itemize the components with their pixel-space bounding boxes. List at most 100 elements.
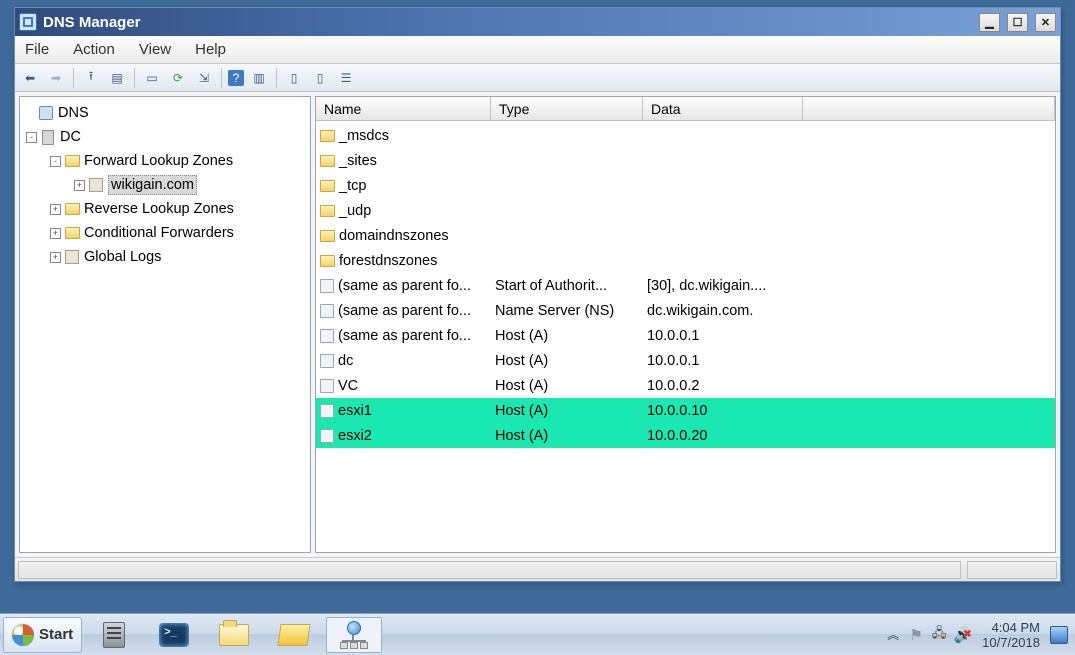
record-row[interactable]: _msdcs: [316, 123, 1055, 148]
tree-expander[interactable]: -: [26, 132, 37, 143]
nav-back-icon[interactable]: ⬅: [19, 67, 41, 89]
record-name: _msdcs: [339, 128, 389, 144]
properties-icon[interactable]: ▥: [248, 67, 270, 89]
record-name-cell: _udp: [316, 203, 491, 219]
volume-muted-icon[interactable]: 🔊: [954, 626, 972, 644]
menu-action[interactable]: Action: [69, 39, 119, 60]
folder-icon: [320, 130, 335, 142]
show-tree-icon[interactable]: ▤: [106, 67, 128, 89]
record-row[interactable]: esxi1Host (A)10.0.0.10: [316, 398, 1055, 423]
record-name: esxi2: [338, 428, 372, 444]
dns-icon: [38, 105, 54, 121]
tree-expander[interactable]: +: [74, 180, 85, 191]
record-row[interactable]: _sites: [316, 148, 1055, 173]
record-name: _sites: [339, 153, 377, 169]
scope-tree[interactable]: DNS - DC - Forward Lookup Zones + wikiga…: [19, 96, 311, 553]
record-row[interactable]: (same as parent fo...Host (A)10.0.0.1: [316, 323, 1055, 348]
tree-expander[interactable]: +: [50, 204, 61, 215]
folder-icon: [320, 180, 335, 192]
tree-expander[interactable]: +: [50, 228, 61, 239]
record-row[interactable]: esxi2Host (A)10.0.0.20: [316, 423, 1055, 448]
export-list-icon[interactable]: ⇲: [193, 67, 215, 89]
task-server-manager[interactable]: [86, 617, 142, 653]
tree-conditional-forwarders[interactable]: + Conditional Forwarders: [22, 221, 308, 245]
tree-expander[interactable]: -: [50, 156, 61, 167]
tree-label-selected: wikigain.com: [108, 175, 197, 195]
tree-root-dns[interactable]: DNS: [22, 101, 308, 125]
nav-forward-icon[interactable]: ➡: [45, 67, 67, 89]
folder-icon: [320, 155, 335, 167]
record-name: domaindnszones: [339, 228, 449, 244]
record-name-cell: (same as parent fo...: [316, 278, 491, 294]
tray-show-hidden-icon[interactable]: ︽: [884, 626, 902, 644]
record-row[interactable]: _udp: [316, 198, 1055, 223]
record-name-cell: dc: [316, 353, 491, 369]
tree-forward-zones[interactable]: - Forward Lookup Zones: [22, 149, 308, 173]
record-row[interactable]: (same as parent fo...Start of Authorit..…: [316, 273, 1055, 298]
menu-file[interactable]: File: [21, 39, 53, 60]
show-desktop-button[interactable]: [1050, 626, 1068, 644]
folder-icon: [64, 201, 80, 217]
record-name: dc: [338, 353, 353, 369]
clock[interactable]: 4:04 PM 10/7/2018: [978, 620, 1044, 650]
record-row[interactable]: domaindnszones: [316, 223, 1055, 248]
record-type: Host (A): [491, 378, 643, 394]
record-row[interactable]: dcHost (A)10.0.0.1: [316, 348, 1055, 373]
column-header-type[interactable]: Type: [491, 97, 643, 120]
tree-zone-wikigain[interactable]: + wikigain.com: [22, 173, 308, 197]
titlebar[interactable]: DNS Manager ▁ ☐ ✕: [15, 8, 1060, 36]
menu-help[interactable]: Help: [191, 39, 230, 60]
new-server-icon[interactable]: ▯: [283, 67, 305, 89]
record-data: dc.wikigain.com.: [643, 303, 893, 319]
close-button[interactable]: ✕: [1035, 13, 1056, 32]
start-button[interactable]: Start: [3, 617, 82, 653]
task-explorer[interactable]: [206, 617, 262, 653]
stop-icon[interactable]: ▯: [309, 67, 331, 89]
record-row[interactable]: _tcp: [316, 173, 1055, 198]
record-name: VC: [338, 378, 358, 394]
record-data: 10.0.0.20: [643, 428, 893, 444]
network-icon[interactable]: [930, 626, 948, 644]
app-icon: [19, 13, 37, 31]
task-sticky-notes[interactable]: [266, 617, 322, 653]
task-dns-manager[interactable]: [326, 617, 382, 653]
minimize-button[interactable]: ▁: [979, 13, 1000, 32]
tree-server-dc[interactable]: - DC: [22, 125, 308, 149]
window-title: DNS Manager: [43, 14, 141, 31]
clock-time: 4:04 PM: [982, 620, 1040, 635]
column-header-spacer: [803, 97, 1055, 120]
column-header-data[interactable]: Data: [643, 97, 803, 120]
tree-reverse-zones[interactable]: + Reverse Lookup Zones: [22, 197, 308, 221]
maximize-button[interactable]: ☐: [1007, 13, 1028, 32]
record-name-cell: esxi1: [316, 403, 491, 419]
server-icon: [40, 129, 56, 145]
record-row[interactable]: (same as parent fo...Name Server (NS)dc.…: [316, 298, 1055, 323]
record-icon: [320, 329, 334, 343]
toolbar-separator: [73, 68, 74, 88]
list-body[interactable]: _msdcs _sites _tcp _udp domaindnszones forest…: [316, 121, 1055, 552]
results-list: Name Type Data _msdcs _sites _tcp _udpdomai…: [315, 96, 1056, 553]
record-name: forestdnszones: [339, 253, 437, 269]
record-row[interactable]: VCHost (A)10.0.0.2: [316, 373, 1055, 398]
column-header-name[interactable]: Name: [316, 97, 491, 120]
tree-global-logs[interactable]: + Global Logs: [22, 245, 308, 269]
record-data: 10.0.0.10: [643, 403, 893, 419]
refresh-icon[interactable]: ⟳: [167, 67, 189, 89]
record-type: Start of Authorit...: [491, 278, 643, 294]
action-center-icon[interactable]: [908, 627, 924, 643]
log-icon: [64, 249, 80, 265]
task-powershell[interactable]: [146, 617, 202, 653]
tree-expander[interactable]: +: [50, 252, 61, 263]
powershell-icon: [159, 623, 189, 647]
record-name-cell: _msdcs: [316, 128, 491, 144]
delete-icon[interactable]: ▭: [141, 67, 163, 89]
record-row[interactable]: forestdnszones: [316, 248, 1055, 273]
tree-label: Reverse Lookup Zones: [84, 201, 234, 217]
menu-view[interactable]: View: [135, 39, 175, 60]
tree-label: Forward Lookup Zones: [84, 153, 233, 169]
help-icon[interactable]: ?: [228, 70, 244, 86]
record-name: _udp: [339, 203, 371, 219]
filter-icon[interactable]: ☰: [335, 67, 357, 89]
toolbar: ⬅ ➡ ⭱ ▤ ▭ ⟳ ⇲ ? ▥ ▯ ▯ ☰: [15, 64, 1060, 92]
up-level-icon[interactable]: ⭱: [80, 67, 102, 89]
